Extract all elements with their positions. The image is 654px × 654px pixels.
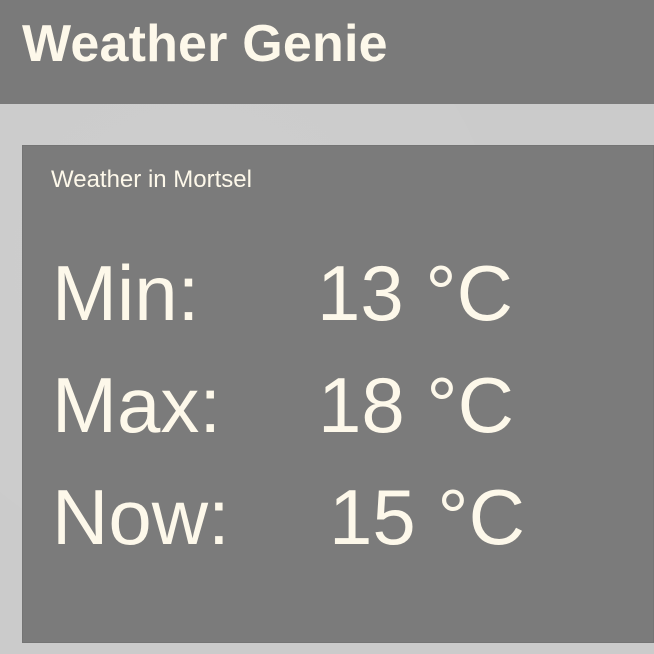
min-temperature-label: Min: <box>52 249 200 337</box>
current-temperature-label: Now: <box>52 473 230 561</box>
weather-card: Weather in Mortsel Min: 13 °C Max: 18 °C… <box>22 145 654 643</box>
min-temperature-value: 13 °C <box>317 249 513 337</box>
max-temperature-label: Max: <box>52 361 222 449</box>
app-title: Weather Genie <box>22 15 388 73</box>
weather-genie-screen: Weather Genie Weather in Mortsel Min: 13… <box>0 0 654 654</box>
weather-location-label: Weather in Mortsel <box>51 166 252 193</box>
current-temperature-value: 15 °C <box>329 473 525 561</box>
app-header: Weather Genie <box>0 0 654 104</box>
max-temperature-value: 18 °C <box>318 361 514 449</box>
